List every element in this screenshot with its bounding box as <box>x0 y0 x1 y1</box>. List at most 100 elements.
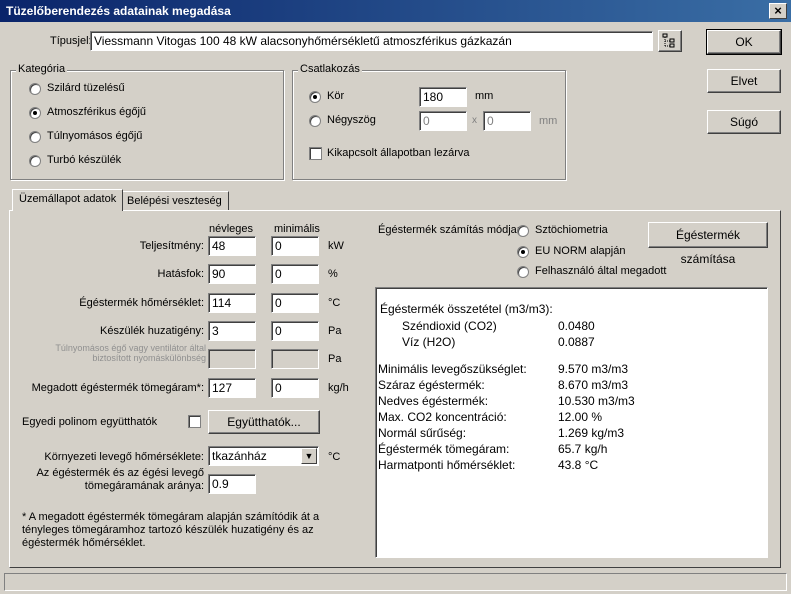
window-title: Tüzelőberendezés adatainak megadása <box>6 4 231 18</box>
help-button[interactable]: Súgó <box>707 110 781 134</box>
tab-uzemallapot[interactable]: Üzemállapot adatok <box>12 189 124 211</box>
homerseklet-label: Égéstermék hőmérséklet: <box>79 297 204 309</box>
teljesitmeny-label: Teljesítmény: <box>139 240 204 252</box>
negyszog-input-2[interactable]: 0 <box>483 111 531 131</box>
radio-tulnyomasos[interactable] <box>29 131 41 143</box>
arany-label-1: Az égéstermék és az égési levegő <box>36 467 204 479</box>
kornyezeti-combo-value: tkazánház <box>212 449 267 463</box>
col-minimalis: minimális <box>274 223 320 235</box>
results-box: Égéstermék összetétel (m3/m3): Széndioxi… <box>375 287 768 558</box>
result-value: 8.670 m3/m3 <box>558 378 629 392</box>
nyomaskulonbseg-unit: Pa <box>328 353 342 365</box>
kor-unit: mm <box>475 90 494 102</box>
polinom-checkbox[interactable] <box>188 415 201 428</box>
co2-label: Széndioxid (CO2) <box>402 319 497 333</box>
cancel-button[interactable]: Elvet <box>707 69 781 93</box>
szamitas-option-3: Felhasználó által megadott <box>535 265 667 277</box>
chevron-down-icon[interactable]: ▼ <box>301 448 317 464</box>
tipusjel-label: Típusjel: <box>50 35 92 47</box>
co2-value: 0.0480 <box>558 319 595 333</box>
kornyezeti-unit: °C <box>328 451 341 463</box>
hatasfok-unit: % <box>328 268 338 280</box>
result-value: 43.8 °C <box>558 458 599 472</box>
nyomaskulonbseg-min-input[interactable] <box>271 349 319 369</box>
negyszog-label: Négyszög <box>327 114 376 126</box>
result-value: 10.530 m3/m3 <box>558 394 635 408</box>
tree-icon <box>662 33 675 48</box>
kikapcsolt-checkbox[interactable] <box>309 147 322 160</box>
teljesitmeny-nom-input[interactable]: 48 <box>208 236 256 256</box>
result-label: Nedves égéstermék: <box>378 394 489 408</box>
huzatigeny-label: Készülék huzatigény: <box>100 325 204 337</box>
kikapcsolt-label: Kikapcsolt állapotban lezárva <box>327 147 470 159</box>
negyszog-input-1[interactable]: 0 <box>419 111 467 131</box>
result-label: Harmatponti hőmérséklet: <box>378 458 516 472</box>
result-label: Száraz égéstermék: <box>378 378 485 392</box>
h2o-value: 0.0887 <box>558 335 595 349</box>
szamitas-mode-label: Égéstermék számítás módja: <box>378 224 520 236</box>
radio-szilard[interactable] <box>29 83 41 95</box>
kategoria-title: Kategória <box>16 63 68 75</box>
teljesitmeny-unit: kW <box>328 240 344 252</box>
huzatigeny-min-input[interactable]: 0 <box>271 321 319 341</box>
h2o-label: Víz (H2O) <box>402 335 456 349</box>
result-label: Max. CO2 koncentráció: <box>378 410 507 424</box>
close-button[interactable]: × <box>769 3 787 19</box>
kornyezeti-label: Környezeti levegő hőmérséklete: <box>44 451 204 463</box>
radio-negyszog[interactable] <box>309 115 321 127</box>
negyszog-x: x <box>472 115 477 126</box>
polinom-label: Egyedi polinom együtthatók <box>22 416 158 428</box>
status-bar <box>4 573 787 591</box>
radio-turbo[interactable] <box>29 155 41 167</box>
footnote: * A megadott égéstermék tömegáram alapjá… <box>22 511 320 549</box>
radio-felhasznalo[interactable] <box>517 266 529 278</box>
result-label: Égéstermék tömegáram: <box>378 442 510 456</box>
hatasfok-nom-input[interactable]: 90 <box>208 264 256 284</box>
result-value: 1.269 kg/m3 <box>558 426 625 440</box>
tomegaram-nom-input[interactable]: 127 <box>208 378 256 398</box>
homerseklet-unit: °C <box>328 297 341 309</box>
window-title-bar: Tüzelőberendezés adatainak megadása <box>0 0 791 22</box>
ok-button[interactable]: OK <box>706 29 782 55</box>
homerseklet-min-input[interactable]: 0 <box>271 293 319 313</box>
arany-input[interactable]: 0.9 <box>208 474 256 494</box>
radio-sztochiometria[interactable] <box>517 225 529 237</box>
kategoria-option-1: Szilárd tüzelésű <box>47 82 125 94</box>
radio-eu-norm[interactable] <box>517 246 529 258</box>
egestermek-szamitasa-button[interactable]: Égéstermék számítása <box>648 222 768 266</box>
kor-input[interactable]: 180 <box>419 87 467 107</box>
tab-belepesi-veszteseg[interactable]: Belépési veszteség <box>120 191 229 211</box>
kornyezeti-combo[interactable]: tkazánház ▼ <box>208 446 319 466</box>
homerseklet-nom-input[interactable]: 114 <box>208 293 256 313</box>
szamitas-option-1: Sztöchiometria <box>535 224 608 236</box>
szamitas-option-2: EU NORM alapján <box>535 245 626 257</box>
kategoria-option-3: Túlnyomásos égőjű <box>47 130 143 142</box>
hatasfok-label: Hatásfok: <box>157 268 204 280</box>
tomegaram-min-input[interactable]: 0 <box>271 378 319 398</box>
results-heading: Égéstermék összetétel (m3/m3): <box>380 302 553 316</box>
kategoria-option-2: Atmoszférikus égőjű <box>47 106 147 118</box>
result-label: Normál sűrűség: <box>378 426 467 440</box>
result-label: Minimális levegőszükséglet: <box>378 362 527 376</box>
tipusjel-input[interactable]: Viessmann Vitogas 100 48 kW alacsonyhőmé… <box>90 31 653 51</box>
radio-kor[interactable] <box>309 91 321 103</box>
radio-atmoszferikus[interactable] <box>29 107 41 119</box>
tree-browse-button[interactable] <box>658 30 682 52</box>
nyomaskulonbseg-label: Túlnyomásos égő vagy ventilátor által bi… <box>55 343 206 363</box>
huzatigeny-unit: Pa <box>328 325 342 337</box>
result-value: 65.7 kg/h <box>558 442 608 456</box>
kategoria-option-4: Turbó készülék <box>47 154 122 166</box>
tomegaram-unit: kg/h <box>328 382 349 394</box>
col-nevleges: névleges <box>209 223 254 235</box>
nyomaskulonbseg-nom-input[interactable] <box>208 349 256 369</box>
result-value: 9.570 m3/m3 <box>558 362 629 376</box>
huzatigeny-nom-input[interactable]: 3 <box>208 321 256 341</box>
egyutthatok-button[interactable]: Együtthatók... <box>208 410 320 434</box>
result-value: 12.00 % <box>558 410 603 424</box>
tomegaram-label: Megadott égéstermék tömegáram*: <box>31 382 204 394</box>
teljesitmeny-min-input[interactable]: 0 <box>271 236 319 256</box>
hatasfok-min-input[interactable]: 0 <box>271 264 319 284</box>
negyszog-unit: mm <box>539 115 558 127</box>
arany-label-2: tömegáramának aránya: <box>84 480 204 492</box>
kor-label: Kör <box>327 90 345 102</box>
